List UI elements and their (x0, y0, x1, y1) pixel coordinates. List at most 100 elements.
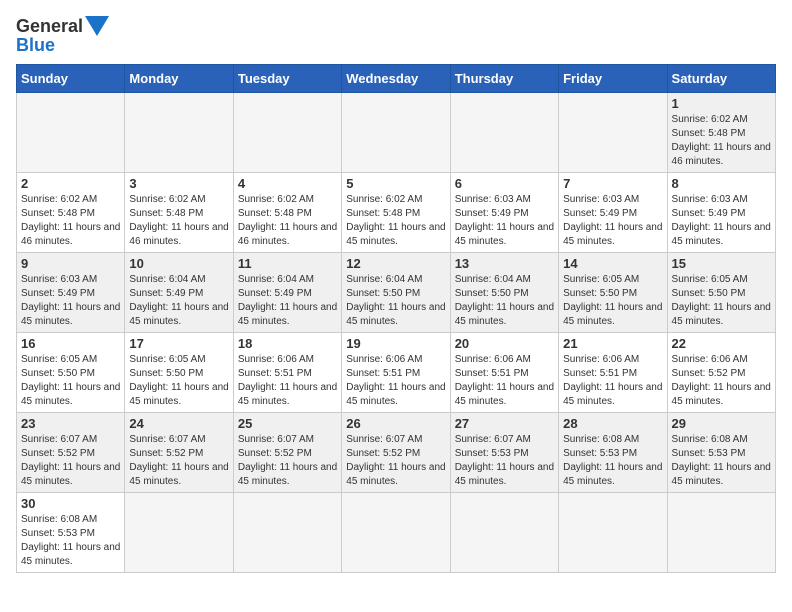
col-header-sunday: Sunday (17, 65, 125, 93)
day-info: Sunrise: 6:04 AMSunset: 5:50 PMDaylight:… (346, 273, 445, 329)
logo-triangle-icon (85, 16, 109, 36)
calendar-week-1: 2Sunrise: 6:02 AMSunset: 5:48 PMDaylight… (17, 173, 776, 253)
calendar-cell: 13 Sunrise: 6:04 AMSunset: 5:50 PMDayligh… (450, 253, 558, 333)
day-info: Sunrise: 6:07 AMSunset: 5:52 PMDaylight:… (346, 433, 445, 489)
day-number: 10 (129, 256, 228, 271)
day-info: Sunrise: 6:07 AMSunset: 5:52 PMDaylight:… (21, 433, 120, 489)
day-number: 11 (238, 256, 337, 271)
day-info: Sunrise: 6:04 AMSunset: 5:49 PMDaylight:… (129, 273, 228, 329)
calendar-week-4: 23 Sunrise: 6:07 AMSunset: 5:52 PMDayligh… (17, 413, 776, 493)
calendar-cell (559, 93, 667, 173)
logo-blue-text: Blue (16, 36, 109, 54)
calendar-cell: 20 Sunrise: 6:06 AMSunset: 5:51 PMDayligh… (450, 333, 558, 413)
calendar-cell (125, 493, 233, 573)
calendar-cell: 26 Sunrise: 6:07 AMSunset: 5:52 PMDayligh… (342, 413, 450, 493)
day-info: Sunrise: 6:05 AMSunset: 5:50 PMDaylight:… (672, 273, 771, 329)
calendar-cell (17, 93, 125, 173)
calendar-cell (559, 493, 667, 573)
calendar-cell: 14 Sunrise: 6:05 AMSunset: 5:50 PMDayligh… (559, 253, 667, 333)
calendar-week-3: 16 Sunrise: 6:05 AMSunset: 5:50 PMDayligh… (17, 333, 776, 413)
calendar-cell: 15Sunrise: 6:05 AMSunset: 5:50 PMDayligh… (667, 253, 775, 333)
calendar-cell (342, 93, 450, 173)
col-header-tuesday: Tuesday (233, 65, 341, 93)
col-header-thursday: Thursday (450, 65, 558, 93)
calendar-cell (233, 93, 341, 173)
calendar-cell: 16Sunrise: 6:05 AMSunset: 5:50 PMDayligh… (17, 333, 125, 413)
day-info: Sunrise: 6:06 AMSunset: 5:51 PMDaylight:… (346, 353, 445, 409)
day-info: Sunrise: 6:02 AMSunset: 5:48 PMDaylight:… (346, 193, 445, 249)
calendar-cell: 4 Sunrise: 6:02 AMSunset: 5:48 PMDaylight… (233, 173, 341, 253)
calendar-cell (233, 493, 341, 573)
day-info: Sunrise: 6:02 AMSunset: 5:48 PMDaylight:… (238, 193, 337, 249)
calendar-cell: 6 Sunrise: 6:03 AMSunset: 5:49 PMDaylight… (450, 173, 558, 253)
day-info: Sunrise: 6:06 AMSunset: 5:51 PMDaylight:… (238, 353, 337, 409)
day-info: Sunrise: 6:06 AMSunset: 5:51 PMDaylight:… (563, 353, 662, 409)
day-number: 25 (238, 416, 337, 431)
day-number: 4 (238, 176, 337, 191)
col-header-friday: Friday (559, 65, 667, 93)
calendar-week-2: 9 Sunrise: 6:03 AMSunset: 5:49 PMDaylight… (17, 253, 776, 333)
day-info: Sunrise: 6:03 AMSunset: 5:49 PMDaylight:… (21, 273, 120, 329)
calendar-cell: 5 Sunrise: 6:02 AMSunset: 5:48 PMDaylight… (342, 173, 450, 253)
calendar-cell: 18 Sunrise: 6:06 AMSunset: 5:51 PMDayligh… (233, 333, 341, 413)
day-info: Sunrise: 6:07 AMSunset: 5:52 PMDaylight:… (238, 433, 337, 489)
calendar-cell: 7Sunrise: 6:03 AMSunset: 5:49 PMDaylight… (559, 173, 667, 253)
calendar-cell: 3 Sunrise: 6:02 AMSunset: 5:48 PMDaylight… (125, 173, 233, 253)
day-number: 30 (21, 496, 120, 511)
day-info: Sunrise: 6:08 AMSunset: 5:53 PMDaylight:… (672, 433, 771, 489)
day-info: Sunrise: 6:04 AMSunset: 5:49 PMDaylight:… (238, 273, 337, 329)
day-info: Sunrise: 6:03 AMSunset: 5:49 PMDaylight:… (563, 193, 662, 249)
day-number: 28 (563, 416, 662, 431)
calendar-cell: 28 Sunrise: 6:08 AMSunset: 5:53 PMDayligh… (559, 413, 667, 493)
day-info: Sunrise: 6:06 AMSunset: 5:52 PMDaylight:… (672, 353, 771, 409)
day-info: Sunrise: 6:03 AMSunset: 5:49 PMDaylight:… (455, 193, 554, 249)
calendar-cell (667, 493, 775, 573)
day-number: 3 (129, 176, 228, 191)
calendar-cell: 29 Sunrise: 6:08 AMSunset: 5:53 PMDayligh… (667, 413, 775, 493)
day-number: 22 (672, 336, 771, 351)
day-number: 20 (455, 336, 554, 351)
col-header-wednesday: Wednesday (342, 65, 450, 93)
day-number: 14 (563, 256, 662, 271)
day-number: 23 (21, 416, 120, 431)
calendar-cell: 22 Sunrise: 6:06 AMSunset: 5:52 PMDayligh… (667, 333, 775, 413)
calendar-week-0: 1Sunrise: 6:02 AMSunset: 5:48 PMDaylight… (17, 93, 776, 173)
calendar-cell: 17 Sunrise: 6:05 AMSunset: 5:50 PMDayligh… (125, 333, 233, 413)
calendar-cell: 1Sunrise: 6:02 AMSunset: 5:48 PMDaylight… (667, 93, 775, 173)
day-number: 16 (21, 336, 120, 351)
day-info: Sunrise: 6:07 AMSunset: 5:52 PMDaylight:… (129, 433, 228, 489)
logo-general-text: General (16, 17, 83, 35)
day-info: Sunrise: 6:04 AMSunset: 5:50 PMDaylight:… (455, 273, 554, 329)
day-number: 19 (346, 336, 445, 351)
day-info: Sunrise: 6:05 AMSunset: 5:50 PMDaylight:… (129, 353, 228, 409)
calendar-header-row: SundayMondayTuesdayWednesdayThursdayFrid… (17, 65, 776, 93)
calendar-cell: 25 Sunrise: 6:07 AMSunset: 5:52 PMDayligh… (233, 413, 341, 493)
day-info: Sunrise: 6:05 AMSunset: 5:50 PMDaylight:… (563, 273, 662, 329)
calendar-cell: 23 Sunrise: 6:07 AMSunset: 5:52 PMDayligh… (17, 413, 125, 493)
day-number: 17 (129, 336, 228, 351)
calendar-cell: 12Sunrise: 6:04 AMSunset: 5:50 PMDayligh… (342, 253, 450, 333)
day-info: Sunrise: 6:02 AMSunset: 5:48 PMDaylight:… (129, 193, 228, 249)
calendar-cell (450, 93, 558, 173)
day-info: Sunrise: 6:03 AMSunset: 5:49 PMDaylight:… (672, 193, 771, 249)
day-number: 29 (672, 416, 771, 431)
calendar-cell (125, 93, 233, 173)
day-number: 13 (455, 256, 554, 271)
day-number: 18 (238, 336, 337, 351)
day-number: 26 (346, 416, 445, 431)
calendar-cell (450, 493, 558, 573)
day-number: 8 (672, 176, 771, 191)
calendar-table: SundayMondayTuesdayWednesdayThursdayFrid… (16, 64, 776, 573)
day-info: Sunrise: 6:02 AMSunset: 5:48 PMDaylight:… (672, 113, 771, 169)
logo: General Blue (16, 16, 109, 54)
day-number: 9 (21, 256, 120, 271)
day-number: 5 (346, 176, 445, 191)
calendar-cell: 21Sunrise: 6:06 AMSunset: 5:51 PMDayligh… (559, 333, 667, 413)
calendar-cell: 9 Sunrise: 6:03 AMSunset: 5:49 PMDaylight… (17, 253, 125, 333)
day-info: Sunrise: 6:08 AMSunset: 5:53 PMDaylight:… (563, 433, 662, 489)
logo-svg: General Blue (16, 16, 109, 54)
day-number: 6 (455, 176, 554, 191)
calendar-week-5: 30Sunrise: 6:08 AMSunset: 5:53 PMDayligh… (17, 493, 776, 573)
day-info: Sunrise: 6:06 AMSunset: 5:51 PMDaylight:… (455, 353, 554, 409)
calendar-cell: 24Sunrise: 6:07 AMSunset: 5:52 PMDayligh… (125, 413, 233, 493)
